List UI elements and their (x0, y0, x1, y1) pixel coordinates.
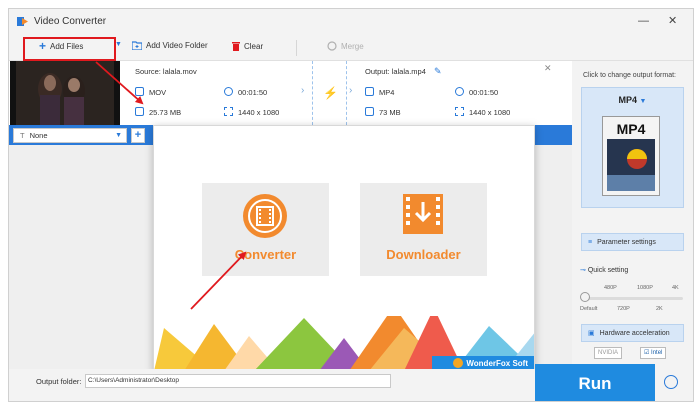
source-duration: 00:01:50 (224, 87, 267, 97)
divider-right (346, 61, 347, 125)
downloader-card[interactable]: Downloader (360, 183, 487, 276)
source-resolution: 1440 x 1080 (224, 107, 279, 117)
quality-slider-track[interactable] (585, 297, 683, 300)
chevron-right-icon: › (349, 85, 353, 96)
tick-default: Default (580, 306, 598, 312)
output-label: Output: lalala.mp4 (365, 67, 426, 76)
output-resolution: 1440 x 1080 (455, 107, 510, 117)
format-hint: Click to change output format: (583, 72, 676, 79)
file-size-icon (135, 107, 144, 116)
parameter-settings-label: Parameter settings (597, 238, 656, 246)
merge-button[interactable]: Merge (327, 41, 364, 51)
plus-icon: + (134, 129, 142, 141)
tick-4k: 4K (672, 285, 679, 291)
quick-setting-label: ⊸ Quick setting (580, 267, 629, 274)
add-video-folder-label: Add Video Folder (146, 41, 208, 50)
app-window: Video Converter — ✕ + Add Files ▼ Add Vi… (8, 8, 694, 402)
quality-slider-handle[interactable] (580, 292, 590, 302)
output-format: MP4 (365, 87, 394, 97)
video-thumbnail-image (10, 61, 120, 125)
add-files-highlight (23, 37, 116, 61)
resolution-icon (224, 107, 233, 116)
output-format-label: MP4 ▼ (618, 95, 647, 105)
add-subtitle-button[interactable]: + (131, 128, 145, 143)
output-size: 73 MB (365, 107, 401, 117)
output-folder-label: Output folder: (36, 377, 82, 386)
tick-720p: 720P (617, 306, 630, 312)
video-file-icon (365, 87, 374, 96)
close-button[interactable]: ✕ (668, 14, 677, 28)
brand-badge: WonderFox Soft (453, 358, 528, 368)
clear-label: Clear (244, 41, 264, 51)
app-title: Video Converter (34, 16, 107, 27)
file-size-icon (365, 107, 374, 116)
parameter-settings-button[interactable]: ≡ Parameter settings (581, 233, 684, 251)
add-files-dropdown-icon[interactable]: ▼ (115, 41, 122, 48)
module-popup: Converter Downloader WonderFox Soft (153, 125, 535, 372)
add-video-folder-button[interactable]: Add Video Folder (132, 41, 208, 50)
minimize-button[interactable]: — (638, 14, 649, 28)
hardware-acceleration-label: Hardware acceleration (599, 329, 670, 337)
chevron-right-icon: › (301, 85, 305, 96)
text-t-icon: T (20, 131, 25, 140)
sliders-icon: ≡ (588, 238, 593, 246)
tick-1080p: 1080P (637, 285, 653, 291)
output-folder-field[interactable]: C:\Users\Administrator\Desktop (85, 374, 391, 388)
video-file-icon (135, 87, 144, 96)
converter-label: Converter (234, 247, 297, 262)
folder-plus-icon (132, 41, 142, 50)
merge-icon (327, 41, 337, 51)
source-label: Source: lalala.mov (135, 67, 197, 76)
edit-output-name-icon[interactable]: ✎ (434, 66, 442, 77)
brand-label: WonderFox Soft (466, 358, 528, 368)
wonderfox-logo-icon (453, 358, 464, 368)
chevron-down-icon: ▼ (115, 132, 122, 139)
remove-file-icon[interactable]: ✕ (544, 63, 552, 74)
app-logo-icon (17, 17, 28, 26)
source-format: MOV (135, 87, 166, 97)
subtitle-select[interactable]: T None ▼ (13, 128, 127, 143)
toolbar-divider (296, 40, 297, 56)
output-settings-panel: Click to change output format: MP4 ▼ MP4… (572, 61, 693, 401)
nvidia-option[interactable]: NVIDIA (594, 347, 623, 359)
clock-icon (455, 87, 464, 96)
hardware-acceleration-button[interactable]: ▣ Hardware acceleration (581, 324, 684, 342)
film-reel-icon (243, 194, 287, 238)
resolution-icon (455, 107, 464, 116)
run-button[interactable]: Run (535, 364, 655, 401)
video-thumbnail[interactable] (10, 61, 120, 125)
chevron-down-icon: ▼ (639, 98, 647, 105)
downloader-label: Downloader (386, 247, 461, 262)
lightning-icon: ⚡ (323, 86, 338, 100)
tick-2k: 2K (656, 306, 663, 312)
mp4-format-icon-text: MP4 (616, 121, 646, 137)
divider-left (312, 61, 313, 125)
title-bar: Video Converter — ✕ (9, 9, 693, 35)
clear-button[interactable]: Clear (232, 41, 263, 51)
alarm-clock-icon[interactable] (664, 375, 678, 389)
output-duration: 00:01:50 (455, 87, 498, 97)
chip-icon: ▣ (588, 330, 595, 337)
trash-icon (232, 42, 240, 51)
subtitle-value: None (29, 131, 48, 140)
source-size: 25.73 MB (135, 107, 181, 117)
clock-icon (224, 87, 233, 96)
merge-label: Merge (341, 41, 364, 51)
converter-card[interactable]: Converter (202, 183, 329, 276)
tune-icon: ⊸ (580, 267, 586, 274)
mp4-format-icon: MP4 (602, 116, 660, 196)
download-icon (403, 194, 443, 234)
intel-option[interactable]: ☑ Intel (640, 347, 667, 359)
output-format-selector[interactable]: MP4 ▼ MP4 (581, 87, 684, 208)
film-strip-icon (607, 139, 655, 191)
tick-480p: 480P (604, 285, 617, 291)
